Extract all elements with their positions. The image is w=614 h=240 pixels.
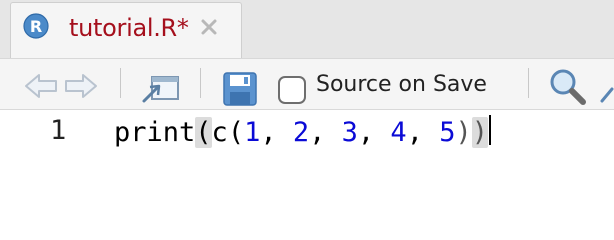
svg-text:R: R <box>30 17 42 36</box>
r-logo-icon: R <box>23 13 49 39</box>
code-number: 2 <box>292 117 310 148</box>
code-number: 5 <box>439 117 456 148</box>
code-function-name: c <box>211 117 228 148</box>
code-separator: , <box>309 117 342 148</box>
source-on-save-checkbox[interactable] <box>278 76 306 104</box>
code-line[interactable]: print(c(1, 2, 3, 4, 5)) <box>114 115 491 150</box>
code-number: 3 <box>341 117 358 148</box>
arrow-left-icon[interactable] <box>22 71 60 101</box>
source-on-save-label: Source on Save <box>316 72 487 97</box>
code-editor[interactable]: 1 print(c(1, 2, 3, 4, 5)) <box>0 111 614 201</box>
code-number: 4 <box>390 117 407 148</box>
code-function-name: print <box>114 117 196 148</box>
arrow-right-icon[interactable] <box>62 71 100 101</box>
code-close-paren-highlighted: ) <box>471 117 488 148</box>
show-in-new-window-icon[interactable] <box>140 71 182 105</box>
code-separator: , <box>260 117 293 148</box>
toolbar-separator <box>528 68 529 98</box>
code-separator: , <box>406 117 440 148</box>
code-open-paren: ( <box>227 117 245 148</box>
search-icon[interactable] <box>548 67 588 107</box>
code-open-paren-highlighted: ( <box>195 117 212 148</box>
toolbar-separator <box>120 68 121 98</box>
code-tools-icon[interactable] <box>600 77 614 103</box>
code-separator: , <box>357 117 391 148</box>
editor-toolbar: Source on Save <box>0 58 614 110</box>
close-icon[interactable] <box>199 17 219 37</box>
code-close-paren: ) <box>455 117 472 148</box>
tab-title: tutorial.R* <box>69 14 189 42</box>
text-cursor <box>489 115 491 145</box>
file-tab[interactable]: R tutorial.R* <box>10 2 242 58</box>
save-icon[interactable] <box>222 71 258 107</box>
editor-tab-bar: R tutorial.R* <box>0 0 614 58</box>
code-number: 1 <box>244 117 261 148</box>
toolbar-separator <box>200 68 201 98</box>
line-number: 1 <box>50 115 67 146</box>
